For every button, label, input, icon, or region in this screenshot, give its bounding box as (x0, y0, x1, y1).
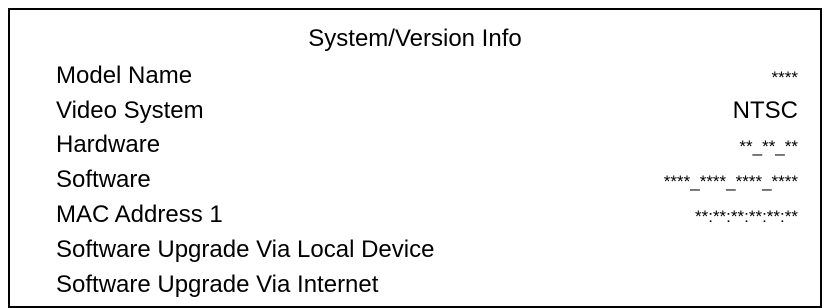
software-value: ****_****_****_**** (663, 172, 798, 191)
info-row-model-name: Model Name **** (56, 62, 798, 90)
software-upgrade-internet-item[interactable]: Software Upgrade Via Internet (56, 271, 798, 299)
hardware-label: Hardware (56, 131, 161, 158)
hardware-value: **_**_** (739, 137, 798, 156)
mac-address-1-label: MAC Address 1 (56, 201, 223, 228)
video-system-label: Video System (56, 97, 204, 124)
software-upgrade-local-device-label: Software Upgrade Via Local Device (56, 236, 435, 263)
software-upgrade-local-device-item[interactable]: Software Upgrade Via Local Device (56, 236, 798, 264)
info-row-software: Software ****_****_****_**** (56, 166, 798, 194)
info-row-hardware: Hardware **_**_** (56, 131, 798, 159)
panel-title: System/Version Info (308, 25, 522, 52)
model-name-label: Model Name (56, 62, 193, 89)
system-version-info-panel: System/Version Info Model Name **** Vide… (8, 8, 822, 308)
info-row-video-system: Video System NTSC (56, 97, 798, 125)
mac-address-1-value: **:**:**:**:**:** (694, 207, 798, 226)
software-label: Software (56, 166, 151, 193)
info-row-mac-address-1: MAC Address 1 **:**:**:**:**:** (56, 201, 798, 229)
video-system-value: NTSC (732, 97, 798, 124)
model-name-value: **** (771, 68, 798, 87)
software-upgrade-internet-label: Software Upgrade Via Internet (56, 271, 379, 298)
